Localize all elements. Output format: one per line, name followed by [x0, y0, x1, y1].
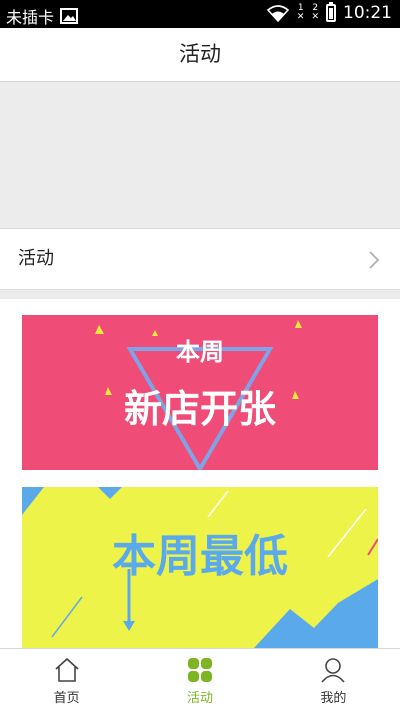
banner-line1: 本周	[176, 338, 224, 366]
nav-activity-label: 活动	[186, 691, 213, 706]
status-right: 1 ✕ 2 ✕ 10:21	[266, 2, 392, 23]
sim1-indicator: 1 ✕	[297, 4, 305, 22]
banner-new-store[interactable]: 本周 新店开张	[22, 315, 378, 473]
decor-line	[327, 508, 367, 558]
battery-icon	[326, 2, 336, 22]
sim1-x-icon: ✕	[296, 12, 305, 22]
image-notification-icon	[60, 8, 79, 24]
carrier-text: 未插卡	[6, 8, 55, 27]
nav-home-label: 首页	[53, 691, 80, 706]
home-icon	[55, 657, 79, 682]
sim2-x-icon: ✕	[311, 12, 319, 22]
yellow-triangle	[292, 391, 299, 399]
chevron-right-icon	[369, 251, 380, 269]
blue-mountain-shape	[254, 579, 378, 648]
decor-line	[207, 490, 229, 518]
nav-home[interactable]: 首页	[0, 649, 133, 712]
activity-list: 本周 新店开张 本周最低	[0, 299, 400, 648]
nav-mine-label: 我的	[320, 691, 347, 706]
banner-line2: 新店开张	[124, 387, 276, 431]
nav-mine[interactable]: 我的	[267, 649, 400, 712]
decor-line	[51, 596, 83, 638]
page-header: 活动	[0, 28, 400, 82]
yellow-triangle	[152, 330, 158, 336]
sim2-indicator: 2 ✕	[311, 4, 319, 22]
clock: 10:21	[343, 3, 392, 23]
banner-weekly-lowest[interactable]: 本周最低	[22, 487, 379, 648]
user-icon	[321, 658, 345, 683]
blue-shape	[98, 487, 122, 499]
activity-section-row[interactable]: 活动	[0, 228, 400, 290]
grid-icon	[187, 658, 212, 682]
decor-line	[367, 538, 379, 556]
banner-text: 本周最低	[112, 531, 288, 582]
wifi-icon	[266, 5, 290, 22]
section-label: 活动	[18, 248, 54, 269]
yellow-triangle	[105, 387, 112, 395]
banner-weekly-lowest-art: 本周最低	[22, 487, 379, 648]
blue-shape	[22, 487, 44, 515]
page-title: 活动	[179, 42, 221, 66]
yellow-triangle	[95, 325, 104, 334]
banner-new-store-art: 本周 新店开张	[95, 320, 302, 473]
nav-activity[interactable]: 活动	[133, 649, 266, 712]
yellow-triangle	[295, 320, 302, 328]
status-left: 未插卡	[6, 4, 79, 28]
bottom-nav: 首页 活动 我的	[0, 648, 400, 712]
arrow-head	[123, 621, 135, 631]
status-bar: 未插卡 1 ✕ 2 ✕ 10:21	[0, 0, 400, 28]
banner-placeholder	[0, 82, 400, 227]
